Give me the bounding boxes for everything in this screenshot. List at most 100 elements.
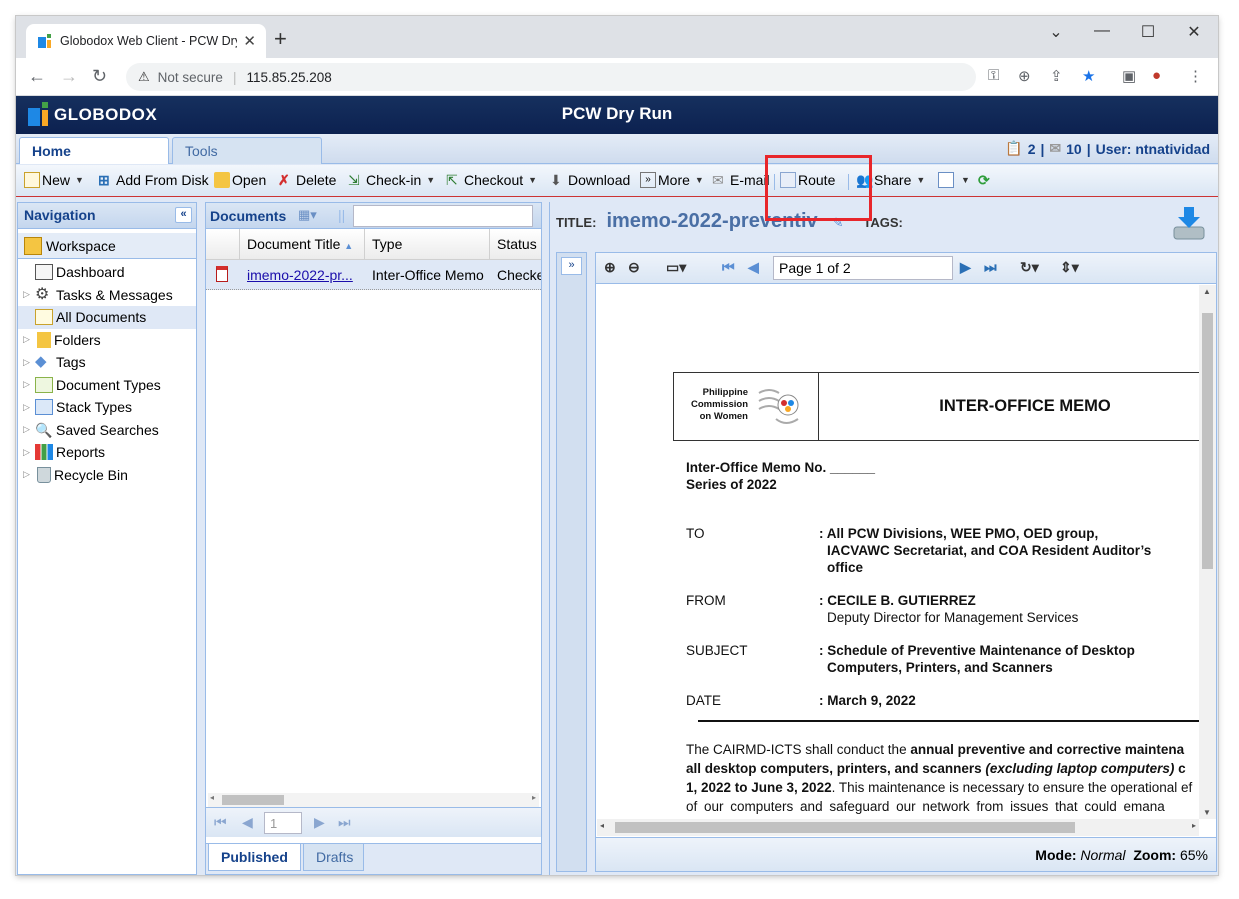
tab-tools[interactable]: Tools [172,137,322,164]
sidebar-item-dashboard[interactable]: Dashboard [18,261,196,284]
menu-kebab-icon[interactable]: ⋮ [1188,67,1203,85]
documents-horizontal-scrollbar[interactable]: ◂ ▸ [208,793,539,807]
close-window-icon[interactable]: ✕ [1174,22,1214,42]
workspace-header[interactable]: Workspace [18,233,196,259]
first-page-icon[interactable]: ⏮ [722,259,735,276]
tab-drafts[interactable]: Drafts [303,844,364,871]
expand-arrow-icon[interactable]: ▷ [23,447,35,458]
scroll-right-icon[interactable]: ▸ [532,793,536,802]
expand-arrow-icon[interactable]: ▷ [23,379,35,390]
bookmark-star-icon[interactable]: ★ [1082,67,1095,85]
to-label: TO [686,526,705,541]
column-header-status[interactable]: Status [497,236,537,252]
scroll-up-icon[interactable]: ▲ [1203,287,1211,296]
sidebar-item-tasks-messages[interactable]: ▷ ⚙ Tasks & Messages [18,284,196,307]
document-title-link[interactable]: imemo-2022-pr... [247,267,353,283]
new-tab-icon[interactable]: + [274,28,287,50]
last-page-icon[interactable]: ⏭ [984,259,997,276]
document-page-view[interactable]: Philippine Commission on Women INTER-OFF… [597,285,1199,819]
sidebar-item-label: Dashboard [56,264,125,281]
scroll-thumb[interactable] [615,822,1075,833]
scroll-thumb[interactable] [222,795,284,805]
tasks-count[interactable]: 2 [1028,141,1036,157]
share-page-icon[interactable]: ⇪ [1050,67,1063,85]
sidebar-item-tags[interactable]: ▷ ◆ Tags [18,351,196,374]
fit-options-icon[interactable]: ⇕▾ [1060,259,1079,276]
collapse-icon[interactable]: « [175,207,192,223]
page-indicator-input[interactable]: Page 1 of 2 [773,256,953,280]
zoom-in-icon[interactable]: ⊕ [604,259,616,276]
expand-thumbnails-icon[interactable]: » [561,257,582,275]
side-panel-icon[interactable]: ▣ [1122,67,1136,85]
sidebar-item-recycle-bin[interactable]: ▷ Recycle Bin [18,464,196,487]
messages-count[interactable]: 10 [1066,141,1082,157]
scroll-right-icon[interactable]: ▸ [1192,821,1196,830]
refresh-button[interactable]: ⟳ [978,172,996,188]
prev-page-icon[interactable]: ◀ [242,814,253,831]
expand-arrow-icon[interactable]: ▷ [23,469,35,480]
sidebar-item-saved-searches[interactable]: ▷ 🔍 Saved Searches [18,419,196,442]
add-from-disk-button[interactable]: ⊞ Add From Disk [98,172,209,188]
new-button[interactable]: New ▼ [24,172,84,188]
viewer-horizontal-scrollbar[interactable]: ◂ ▸ [597,819,1199,836]
scroll-left-icon[interactable]: ◂ [210,793,214,802]
scroll-left-icon[interactable]: ◂ [600,821,604,830]
date-label: DATE [686,693,722,708]
document-search-input[interactable] [353,205,533,227]
expand-arrow-icon[interactable]: ▷ [23,402,35,413]
back-icon[interactable]: ← [28,66,46,87]
zoom-icon[interactable]: ⊕ [1018,67,1031,85]
next-page-icon[interactable]: ▶ [314,814,325,831]
rotate-icon[interactable]: ↻▾ [1020,259,1039,276]
viewer-vertical-scrollbar[interactable]: ▲ ▼ [1199,285,1216,819]
column-header-type[interactable]: Type [372,236,402,252]
more-button[interactable]: » More ▼ [640,172,704,188]
sidebar-item-stack-types[interactable]: ▷ Stack Types [18,396,196,419]
tasks-icon[interactable]: 📋 [1005,140,1022,157]
forward-icon[interactable]: → [60,66,78,87]
column-header-document-title[interactable]: Document Title ▲ [247,236,353,252]
not-secure-label: Not secure [157,69,223,85]
checkin-button[interactable]: ⇲ Check-in ▼ [348,172,435,188]
tab-home[interactable]: Home [19,137,169,164]
next-page-icon[interactable]: ▶ [960,259,971,276]
user-label[interactable]: User: ntnatividad [1096,141,1210,157]
download-document-icon[interactable] [1172,205,1206,241]
key-icon[interactable]: ⚿ [988,67,999,84]
email-button[interactable]: ✉ E-mail [712,172,770,188]
sidebar-item-reports[interactable]: ▷ Reports [18,441,196,464]
sidebar-item-all-documents[interactable]: All Documents [18,306,196,329]
expand-arrow-icon[interactable]: ▷ [23,357,35,368]
table-row[interactable]: imemo-2022-pr... Inter-Office Memo Check… [206,260,541,290]
last-page-icon[interactable]: ⏭ [338,814,351,831]
close-tab-icon[interactable]: ✕ [243,32,256,50]
prev-page-icon[interactable]: ◀ [748,259,759,276]
tab-published[interactable]: Published [208,844,301,871]
download-button[interactable]: ⬇ Download [550,172,630,188]
open-button[interactable]: Open [214,172,266,188]
omnibox[interactable]: ⚠ Not secure | 115.85.25.208 [126,63,976,91]
image-view-icon[interactable]: ▭▾ [666,259,686,276]
tab-search-chevron-icon[interactable]: ⌄ [1036,22,1076,42]
navigation-header: Navigation « [18,203,196,229]
maximize-icon[interactable]: ☐ [1128,22,1168,42]
first-page-icon[interactable]: ⏮ [214,814,227,831]
layout-button[interactable]: ▼ [938,172,970,188]
sidebar-item-folders[interactable]: ▷ Folders [18,329,196,352]
zoom-out-icon[interactable]: ⊖ [628,259,640,276]
messages-icon[interactable]: ✉ [1049,140,1061,157]
checkout-button[interactable]: ⇱ Checkout ▼ [446,172,537,188]
page-number-input[interactable]: 1 [264,812,302,834]
expand-arrow-icon[interactable]: ▷ [23,289,35,300]
scroll-down-icon[interactable]: ▼ [1203,808,1211,817]
view-grid-icon[interactable]: ▦▾ [298,207,317,223]
expand-arrow-icon[interactable]: ▷ [23,424,35,435]
scroll-thumb[interactable] [1202,313,1213,569]
profile-avatar-icon[interactable]: ● [1152,67,1161,84]
sidebar-item-document-types[interactable]: ▷ Document Types [18,374,196,397]
browser-tab[interactable]: Globodox Web Client - PCW Dry ✕ [26,24,266,58]
expand-arrow-icon[interactable]: ▷ [23,334,35,345]
reload-icon[interactable]: ↻ [92,66,107,87]
delete-button[interactable]: ✗ Delete [278,172,336,188]
minimize-icon[interactable]: — [1082,22,1122,40]
